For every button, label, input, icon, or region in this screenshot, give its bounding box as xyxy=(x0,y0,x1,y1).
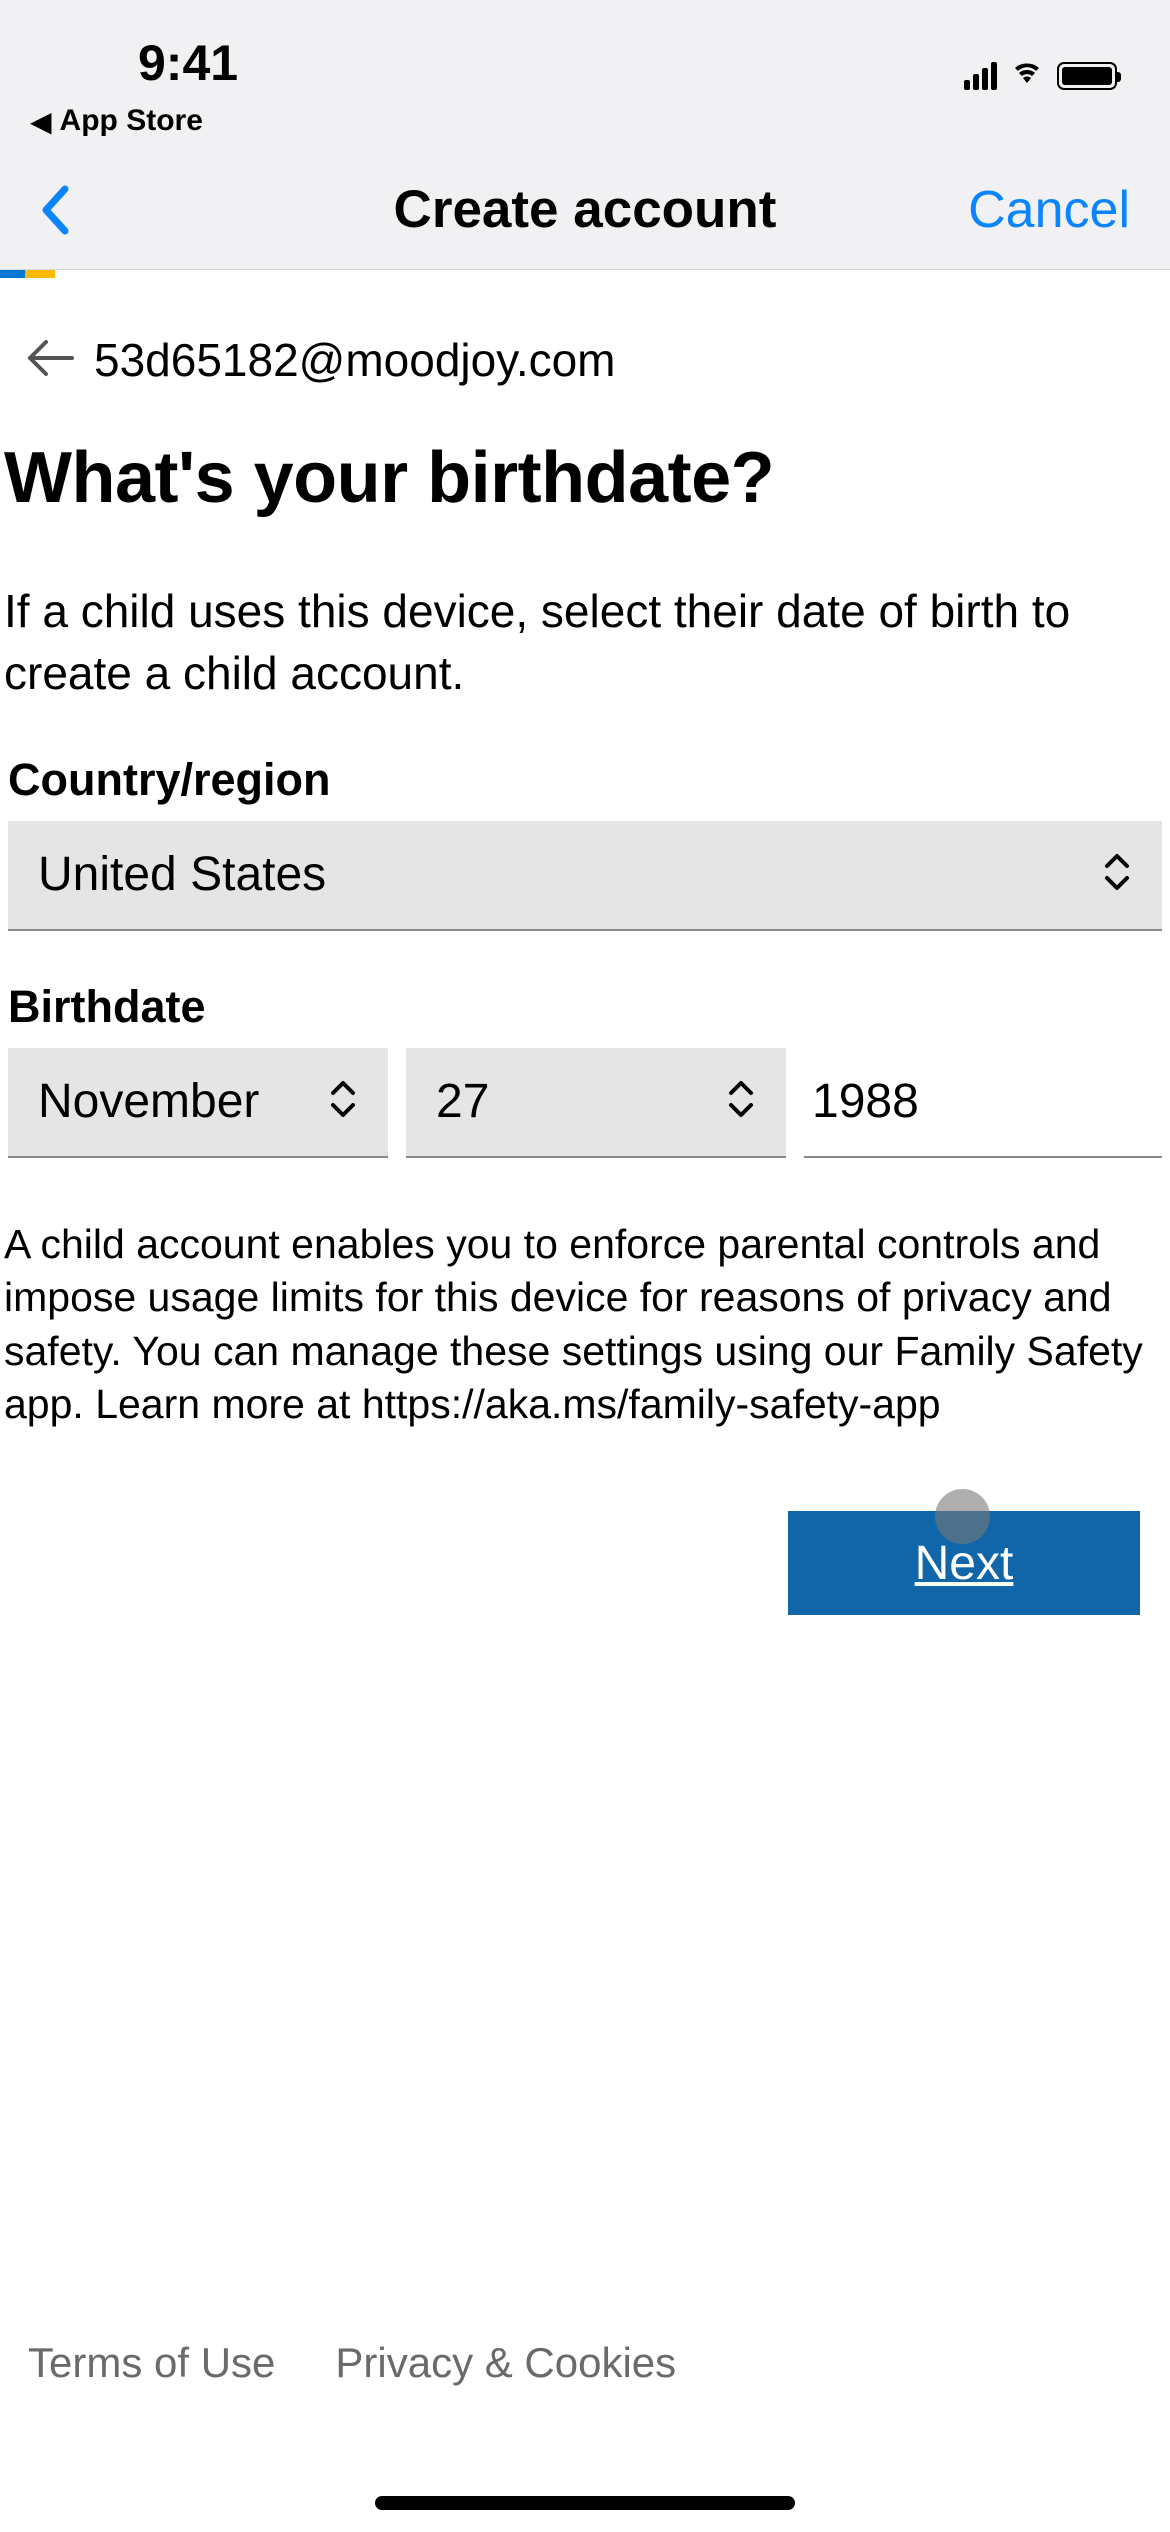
back-to-app-caret-icon: ◀ xyxy=(30,105,52,138)
page-heading: What's your birthdate? xyxy=(0,397,1170,520)
progress-segment-blue xyxy=(0,270,25,278)
status-icons xyxy=(964,59,1122,92)
cancel-button[interactable]: Cancel xyxy=(968,180,1130,240)
nav-title: Create account xyxy=(394,179,777,240)
nav-back-button[interactable] xyxy=(40,185,100,235)
birthdate-year-value: 1988 xyxy=(812,1074,919,1129)
main-content: 53d65182@moodjoy.com What's your birthda… xyxy=(0,278,1170,1615)
wifi-icon xyxy=(1009,59,1045,92)
updown-caret-icon xyxy=(328,1079,358,1124)
touch-indicator xyxy=(935,1489,990,1544)
status-time: 9:41 xyxy=(48,34,238,92)
birthdate-day-value: 27 xyxy=(436,1074,489,1129)
updown-caret-icon xyxy=(1102,852,1132,897)
birthdate-field: Birthdate November 27 1988 xyxy=(0,931,1170,1158)
back-arrow-icon xyxy=(24,338,74,383)
next-button-container: Next xyxy=(0,1431,1170,1615)
back-to-app-link[interactable]: ◀ App Store xyxy=(0,100,1170,150)
battery-icon xyxy=(1057,62,1117,90)
home-indicator[interactable] xyxy=(375,2496,795,2510)
birthdate-label: Birthdate xyxy=(8,981,1162,1033)
email-row[interactable]: 53d65182@moodjoy.com xyxy=(0,278,1170,397)
birthdate-month-value: November xyxy=(38,1074,259,1129)
status-bar: 9:41 xyxy=(0,0,1170,100)
back-to-app-label: App Store xyxy=(60,104,203,138)
birthdate-year-select[interactable]: 1988 xyxy=(804,1048,1162,1158)
updown-caret-icon xyxy=(726,1079,756,1124)
country-field: Country/region United States xyxy=(0,704,1170,931)
page-subheading: If a child uses this device, select thei… xyxy=(0,520,1170,704)
progress-segment-yellow xyxy=(25,270,55,278)
birthdate-month-select[interactable]: November xyxy=(8,1048,388,1158)
terms-link[interactable]: Terms of Use xyxy=(28,2339,275,2387)
chevron-left-icon xyxy=(40,185,72,235)
country-value: United States xyxy=(38,847,326,902)
footer-links: Terms of Use Privacy & Cookies xyxy=(28,2339,676,2387)
country-label: Country/region xyxy=(8,754,1162,806)
nav-bar: Create account Cancel xyxy=(0,150,1170,270)
country-select[interactable]: United States xyxy=(8,821,1162,931)
child-account-info: A child account enables you to enforce p… xyxy=(0,1158,1170,1431)
email-text: 53d65182@moodjoy.com xyxy=(94,333,616,387)
progress-bar xyxy=(0,270,1170,278)
cellular-signal-icon xyxy=(964,62,997,90)
birthdate-day-select[interactable]: 27 xyxy=(406,1048,786,1158)
privacy-link[interactable]: Privacy & Cookies xyxy=(335,2339,676,2387)
